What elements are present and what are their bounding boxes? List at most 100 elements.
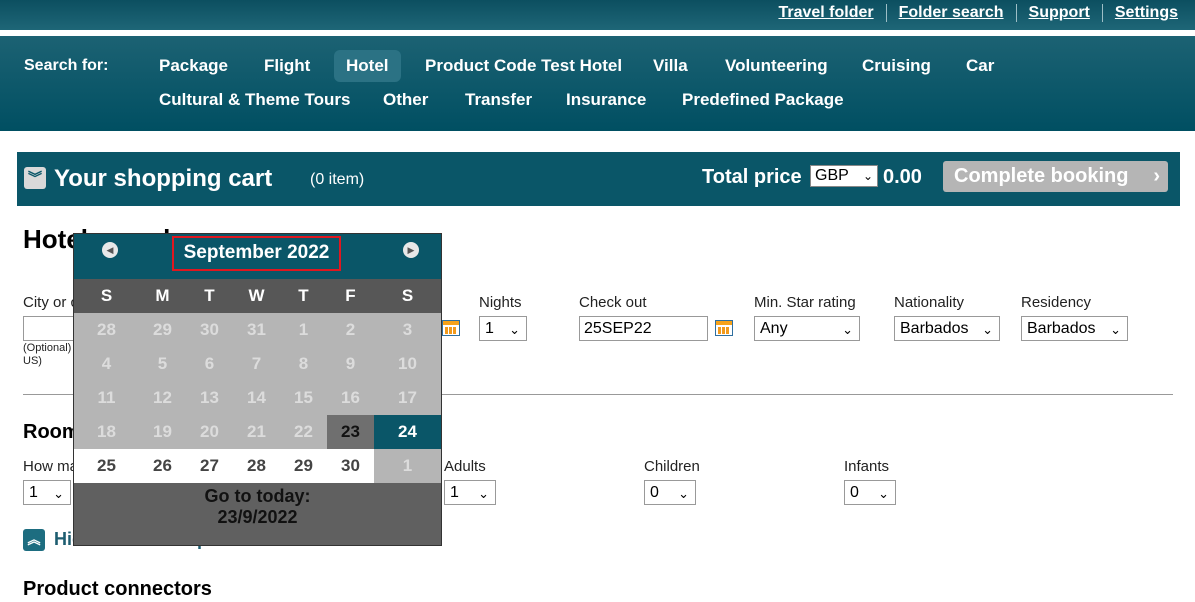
nationality-select[interactable]: Barbados ⌄ (894, 316, 1000, 341)
chevron-right-icon: › (1153, 165, 1160, 187)
day-cell: 13 (186, 381, 233, 415)
day-cell: 14 (233, 381, 280, 415)
tab-villa[interactable]: Villa (641, 50, 700, 82)
expand-cart-icon[interactable]: ︾ (24, 167, 46, 189)
tab-transfer[interactable]: Transfer (453, 84, 544, 116)
checkout-calendar-icon[interactable] (715, 320, 733, 336)
day-cell: 12 (139, 381, 186, 415)
day-cell: 30 (186, 313, 233, 347)
checkin-calendar-icon[interactable] (442, 320, 460, 336)
day-cell[interactable]: 29 (280, 449, 327, 483)
day-cell: 5 (139, 347, 186, 381)
room-count-select[interactable]: 1 ⌄ (23, 480, 71, 505)
shopping-cart-bar: ︾ Your shopping cart (0 item) Total pric… (17, 152, 1180, 206)
tab-volunteering[interactable]: Volunteering (713, 50, 840, 82)
day-cell[interactable]: 28 (233, 449, 280, 483)
currency-value: GBP (815, 167, 849, 184)
next-month-icon[interactable]: ▶ (403, 242, 419, 258)
day-cell: 22 (280, 415, 327, 449)
tab-cruising[interactable]: Cruising (850, 50, 943, 82)
star-rating-label: Min. Star rating (754, 294, 856, 311)
previous-month-icon[interactable]: ◀ (102, 242, 118, 258)
chevron-down-icon: ⌄ (1110, 322, 1121, 337)
cart-title: Your shopping cart (54, 165, 273, 192)
day-cell: 17 (374, 381, 441, 415)
total-price-amount: 0.00 (883, 166, 922, 188)
day-cell: 28 (74, 313, 139, 347)
children-select[interactable]: 0 ⌄ (644, 480, 696, 505)
day-cell: 2 (327, 313, 374, 347)
day-cell: 4 (74, 347, 139, 381)
total-price-label: Total price (702, 166, 802, 188)
day-cell: 15 (280, 381, 327, 415)
children-value: 0 (650, 484, 659, 501)
day-cell: 1 (374, 449, 441, 483)
datepicker-month: September 2022 (172, 236, 341, 271)
today-date: 23/9/2022 (217, 507, 298, 527)
day-cell: 31 (233, 313, 280, 347)
complete-booking-label: Complete booking (954, 165, 1129, 187)
tab-flight[interactable]: Flight (252, 50, 322, 82)
currency-select[interactable]: GBP ⌄ (810, 165, 878, 187)
nights-select[interactable]: 1 ⌄ (479, 316, 527, 341)
tab-predefined-package[interactable]: Predefined Package (670, 84, 856, 116)
go-to-today-button[interactable]: Go to today: 23/9/2022 (74, 482, 441, 528)
tab-package[interactable]: Package (147, 50, 240, 82)
top-links: Travel folder Folder search Support Sett… (766, 0, 1190, 26)
adults-label: Adults (444, 458, 486, 475)
day-cell: 8 (280, 347, 327, 381)
day-cell: 16 (327, 381, 374, 415)
residency-value: Barbados (1027, 320, 1096, 337)
day-cell: 19 (139, 415, 186, 449)
chevron-down-icon: ⌄ (982, 322, 993, 337)
day-cell: 1 (280, 313, 327, 347)
nationality-value: Barbados (900, 320, 969, 337)
cart-item-count: (0 item) (310, 171, 365, 188)
day-cell: 10 (374, 347, 441, 381)
tab-product-code-test-hotel[interactable]: Product Code Test Hotel (413, 50, 634, 82)
tab-insurance[interactable]: Insurance (554, 84, 658, 116)
datepicker-header: ◀ September 2022 ▶ (74, 234, 441, 279)
day-cell: 18 (74, 415, 139, 449)
top-bar: Travel folder Folder search Support Sett… (0, 0, 1195, 30)
star-rating-select[interactable]: Any ⌄ (754, 316, 860, 341)
travel-folder-link[interactable]: Travel folder (766, 4, 885, 22)
children-label: Children (644, 458, 700, 475)
product-connectors-title: Product connectors (23, 578, 212, 600)
search-for-label: Search for: (24, 57, 109, 74)
infants-select[interactable]: 0 ⌄ (844, 480, 896, 505)
day-cell: 7 (233, 347, 280, 381)
city-hint-2: US) (23, 355, 42, 367)
city-hint: (Optional) (23, 342, 72, 354)
checkout-input[interactable]: 25SEP22 (579, 316, 708, 341)
tab-cultural-theme-tours[interactable]: Cultural & Theme Tours (147, 84, 362, 116)
day-cell[interactable]: 23 (327, 415, 374, 449)
weekday-label: S (100, 286, 113, 305)
day-cell: 3 (374, 313, 441, 347)
tab-car[interactable]: Car (954, 50, 1006, 82)
residency-select[interactable]: Barbados ⌄ (1021, 316, 1128, 341)
residency-label: Residency (1021, 294, 1092, 311)
day-cell[interactable]: 30 (327, 449, 374, 483)
day-cell: 29 (139, 313, 186, 347)
adults-select[interactable]: 1 ⌄ (444, 480, 496, 505)
complete-booking-button[interactable]: Complete booking › (943, 161, 1168, 192)
support-link[interactable]: Support (1015, 4, 1102, 22)
weekday-label: W (248, 286, 265, 305)
collapse-icon[interactable]: ︽ (23, 529, 45, 551)
chevron-down-icon: ⌄ (842, 322, 853, 337)
go-to-today-label: Go to today: (204, 486, 311, 506)
tab-other[interactable]: Other (371, 84, 440, 116)
folder-search-link[interactable]: Folder search (885, 4, 1016, 22)
tab-hotel[interactable]: Hotel (334, 50, 401, 82)
day-cell[interactable]: 25 (74, 449, 139, 483)
datepicker: ◀ September 2022 ▶ S M T W T F S 28 29 30 3… (73, 233, 442, 546)
day-cell: 20 (186, 415, 233, 449)
infants-value: 0 (850, 484, 859, 501)
day-cell[interactable]: 24 (374, 415, 441, 449)
settings-link[interactable]: Settings (1101, 4, 1190, 22)
day-cell[interactable]: 27 (186, 449, 233, 483)
star-rating-value: Any (760, 320, 788, 337)
nationality-label: Nationality (894, 294, 965, 311)
day-cell[interactable]: 26 (139, 449, 186, 483)
